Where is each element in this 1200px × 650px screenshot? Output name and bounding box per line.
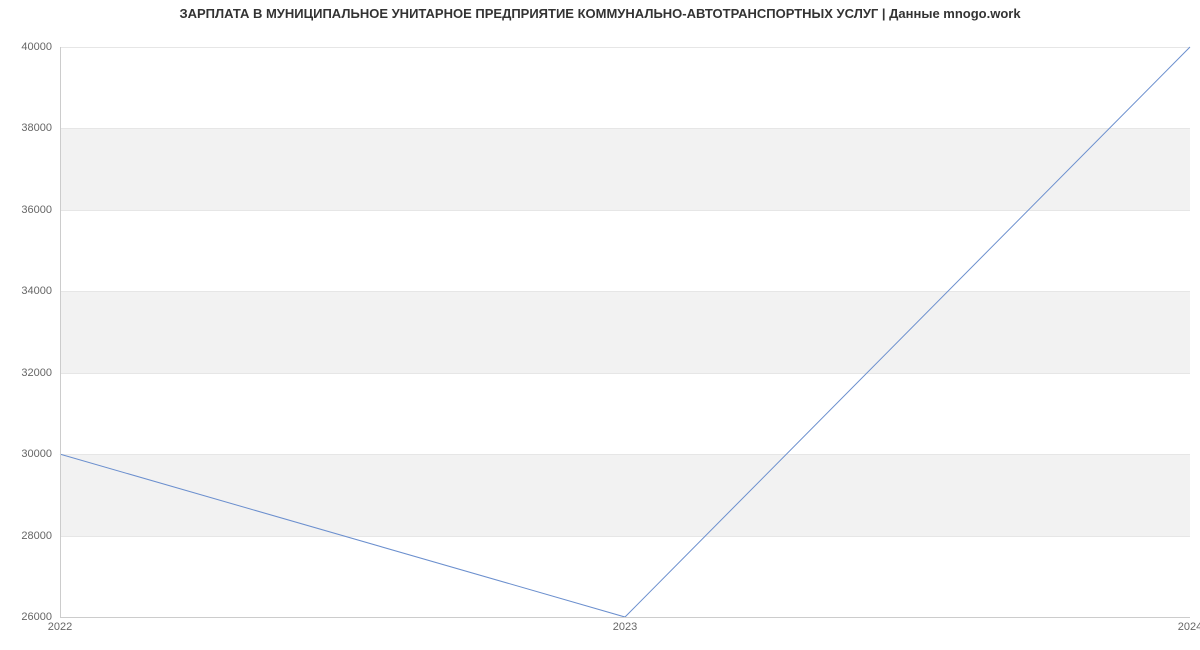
chart-title: ЗАРПЛАТА В МУНИЦИПАЛЬНОЕ УНИТАРНОЕ ПРЕДП… [0,6,1200,21]
data-line [60,47,1190,617]
y-tick-label: 34000 [21,285,52,297]
data-line-layer [60,47,1190,617]
y-tick-label: 28000 [21,530,52,542]
chart-container: ЗАРПЛАТА В МУНИЦИПАЛЬНОЕ УНИТАРНОЕ ПРЕДП… [0,0,1200,650]
y-tick-label: 40000 [21,41,52,53]
x-tick-label: 2023 [613,621,637,633]
y-tick-label: 30000 [21,448,52,460]
y-tick-label: 36000 [21,204,52,216]
x-axis-line [60,617,1190,618]
y-axis-line [60,47,61,617]
x-tick-label: 2022 [48,621,72,633]
y-tick-label: 38000 [21,122,52,134]
y-tick-label: 32000 [21,367,52,379]
x-tick-label: 2024 [1178,621,1200,633]
plot-area [60,47,1190,617]
